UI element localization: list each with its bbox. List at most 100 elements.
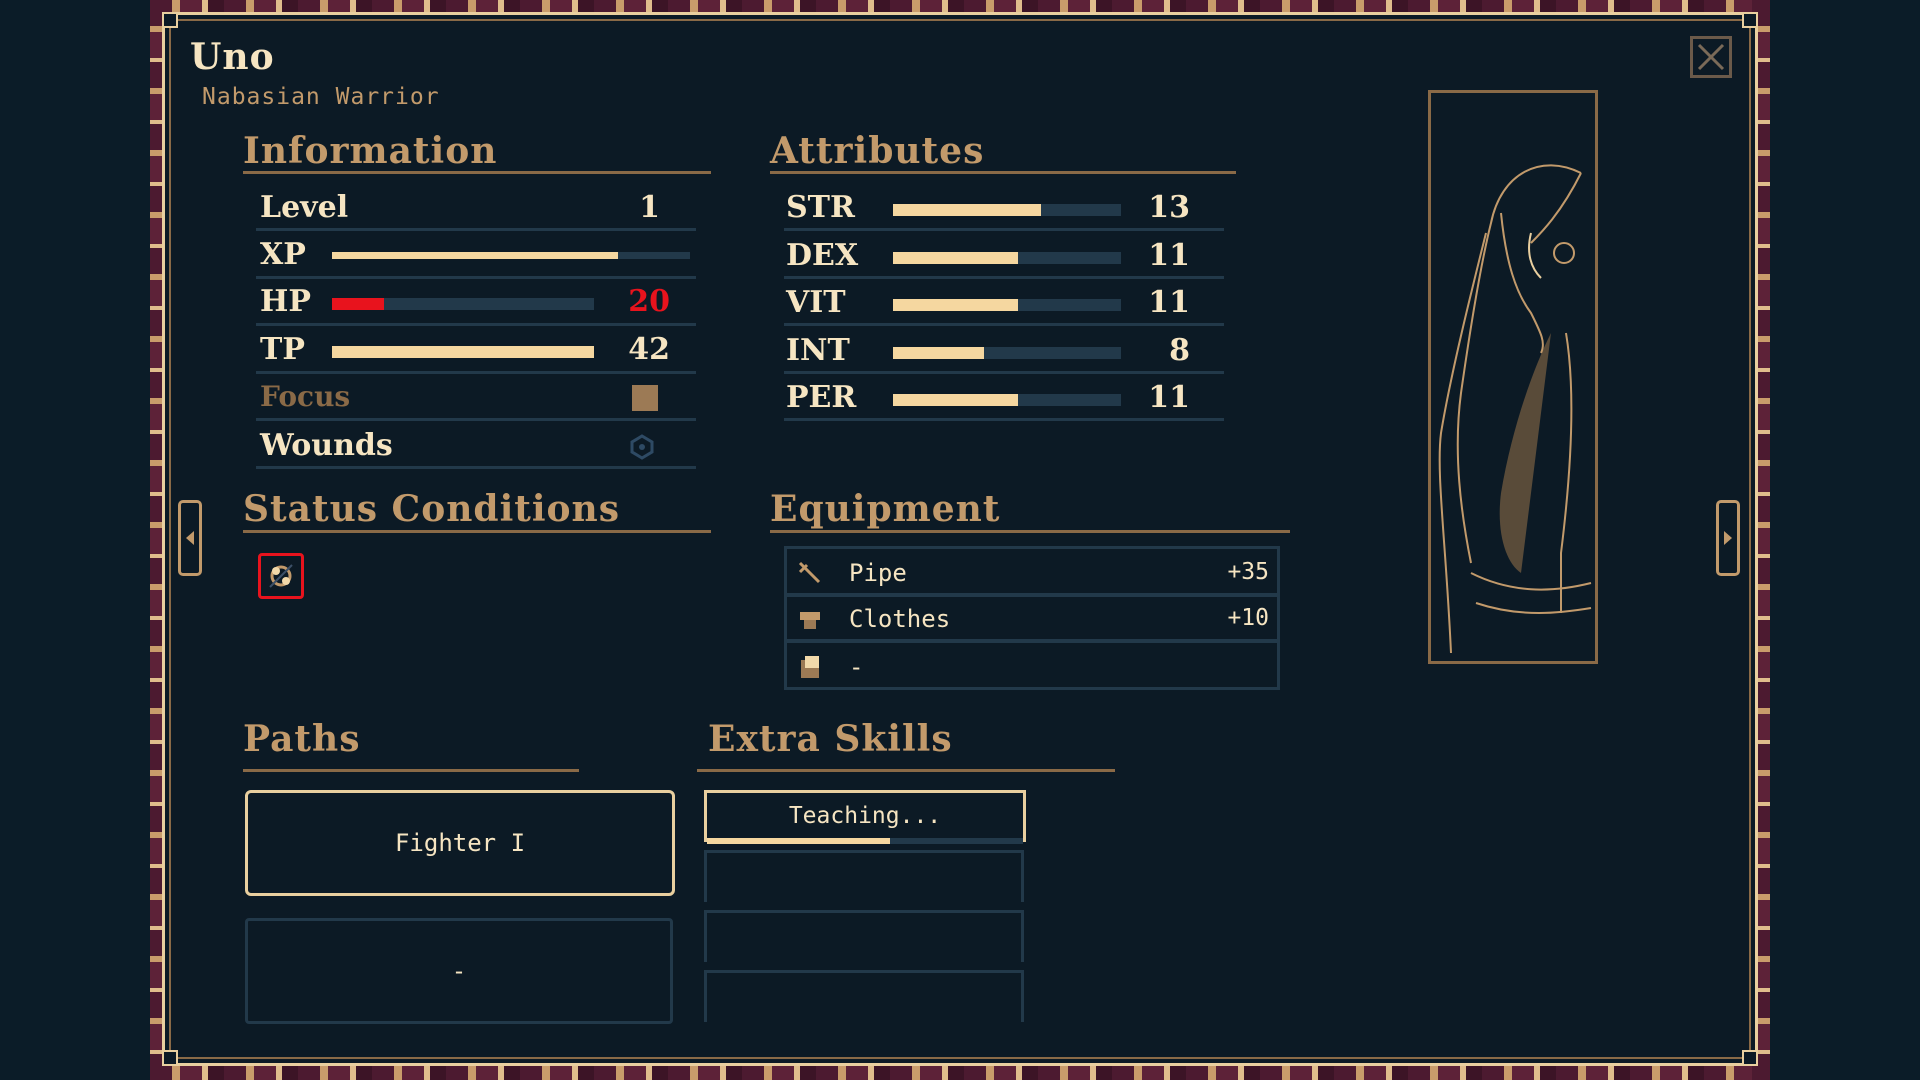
- extra-skill-progress: [707, 838, 1023, 844]
- paths-title: Paths: [243, 718, 361, 760]
- corner-ornament: [1742, 12, 1758, 28]
- hp-bar: [332, 298, 594, 310]
- xp-label: XP: [260, 237, 306, 272]
- row-divider: [256, 276, 696, 279]
- status-effect-icon: [269, 564, 293, 588]
- xp-bar-fill: [332, 252, 619, 259]
- equipment-bonus: +10: [1227, 605, 1269, 631]
- attribute-bar-fill: [893, 394, 1019, 406]
- path-slot[interactable]: -: [245, 918, 673, 1024]
- information-underline: [243, 171, 711, 174]
- corner-ornament: [162, 12, 178, 28]
- attribute-bar-fill: [893, 347, 985, 359]
- row-divider: [784, 418, 1224, 421]
- equipment-slot-accessory[interactable]: -: [784, 640, 1280, 690]
- tp-bar-fill: [332, 346, 594, 358]
- path-label: -: [451, 957, 467, 985]
- attribute-bar: [893, 394, 1121, 406]
- level-label: Level: [260, 190, 349, 225]
- wounds-icon: [630, 434, 654, 460]
- row-divider: [256, 418, 696, 421]
- xp-bar: [332, 252, 690, 259]
- corner-ornament: [162, 1050, 178, 1066]
- row-divider: [256, 466, 696, 469]
- arrow-right-icon: [1724, 531, 1732, 545]
- extra-skills-underline: [697, 769, 1115, 772]
- row-divider: [256, 371, 696, 374]
- attribute-bar: [893, 347, 1121, 359]
- wounds-label: Wounds: [260, 428, 393, 463]
- tp-label: TP: [260, 332, 305, 367]
- row-divider: [256, 228, 696, 231]
- extra-skill-slot-empty[interactable]: [704, 850, 1024, 902]
- attribute-bar-fill: [893, 252, 1019, 264]
- tp-bar: [332, 346, 594, 358]
- equipment-bonus: +35: [1227, 559, 1269, 585]
- attribute-label: PER: [786, 380, 857, 415]
- row-divider: [784, 228, 1224, 231]
- character-portrait-frame: [1428, 90, 1598, 664]
- corner-ornament: [1742, 1050, 1758, 1066]
- pipe-weapon-icon: [798, 561, 821, 584]
- attributes-underline: [770, 171, 1236, 174]
- equipment-name: -: [849, 653, 864, 681]
- row-divider: [784, 371, 1224, 374]
- attribute-label: INT: [786, 333, 850, 368]
- extra-skill-slot[interactable]: Teaching...: [704, 790, 1026, 842]
- extra-skill-slot-empty[interactable]: [704, 910, 1024, 962]
- equipment-name: Clothes: [849, 605, 951, 633]
- attribute-value: 11: [1148, 380, 1190, 415]
- left-margin: [0, 0, 153, 1080]
- attribute-bar-fill: [893, 204, 1042, 216]
- extra-skill-slot-empty[interactable]: [704, 970, 1024, 1022]
- row-divider: [256, 323, 696, 326]
- right-margin: [1767, 0, 1920, 1080]
- character-name: Uno: [190, 36, 275, 78]
- path-slot[interactable]: Fighter I: [245, 790, 675, 896]
- attribute-value: 11: [1148, 285, 1190, 320]
- attribute-bar: [893, 252, 1121, 264]
- focus-label: Focus: [260, 380, 351, 413]
- arrow-left-icon: [186, 531, 194, 545]
- attribute-bar: [893, 204, 1121, 216]
- tp-value: 42: [628, 332, 670, 367]
- clothes-armor-icon: [800, 612, 820, 629]
- level-value: 1: [639, 190, 660, 225]
- attribute-label: STR: [786, 190, 855, 225]
- attribute-bar-fill: [893, 299, 1019, 311]
- row-divider: [784, 276, 1224, 279]
- attribute-label: VIT: [786, 285, 846, 320]
- previous-character-button[interactable]: [178, 500, 202, 576]
- extra-skill-label: Teaching...: [788, 803, 942, 829]
- equipment-slot-armor[interactable]: Clothes +10: [784, 594, 1280, 642]
- close-icon: [1697, 43, 1725, 71]
- extra-skills-title: Extra Skills: [708, 718, 953, 760]
- hp-label: HP: [260, 284, 311, 319]
- next-character-button[interactable]: [1716, 500, 1740, 576]
- path-label: Fighter I: [394, 829, 526, 857]
- equipment-slot-weapon[interactable]: Pipe +35: [784, 546, 1280, 596]
- attribute-value: 8: [1169, 333, 1190, 368]
- attribute-label: DEX: [786, 238, 859, 273]
- equipment-title: Equipment: [770, 488, 1001, 530]
- row-divider: [784, 323, 1224, 326]
- attribute-value: 11: [1148, 238, 1190, 273]
- paths-underline: [243, 769, 579, 772]
- focus-icon: [632, 385, 658, 411]
- character-portrait: [1438, 164, 1592, 654]
- close-button[interactable]: [1690, 36, 1732, 78]
- status-conditions-underline: [243, 530, 711, 533]
- information-title: Information: [243, 130, 498, 172]
- accessory-icon: [801, 656, 819, 678]
- hp-bar-fill: [332, 298, 385, 310]
- equipment-name: Pipe: [849, 559, 907, 587]
- status-effect-slot[interactable]: [258, 553, 304, 599]
- attributes-title: Attributes: [770, 130, 985, 172]
- extra-skill-progress-fill: [707, 838, 891, 844]
- status-conditions-title: Status Conditions: [243, 488, 620, 530]
- attribute-bar: [893, 299, 1121, 311]
- hp-value: 20: [628, 284, 670, 319]
- character-class: Nabasian Warrior: [202, 84, 440, 110]
- equipment-underline: [770, 530, 1290, 533]
- attribute-value: 13: [1148, 190, 1190, 225]
